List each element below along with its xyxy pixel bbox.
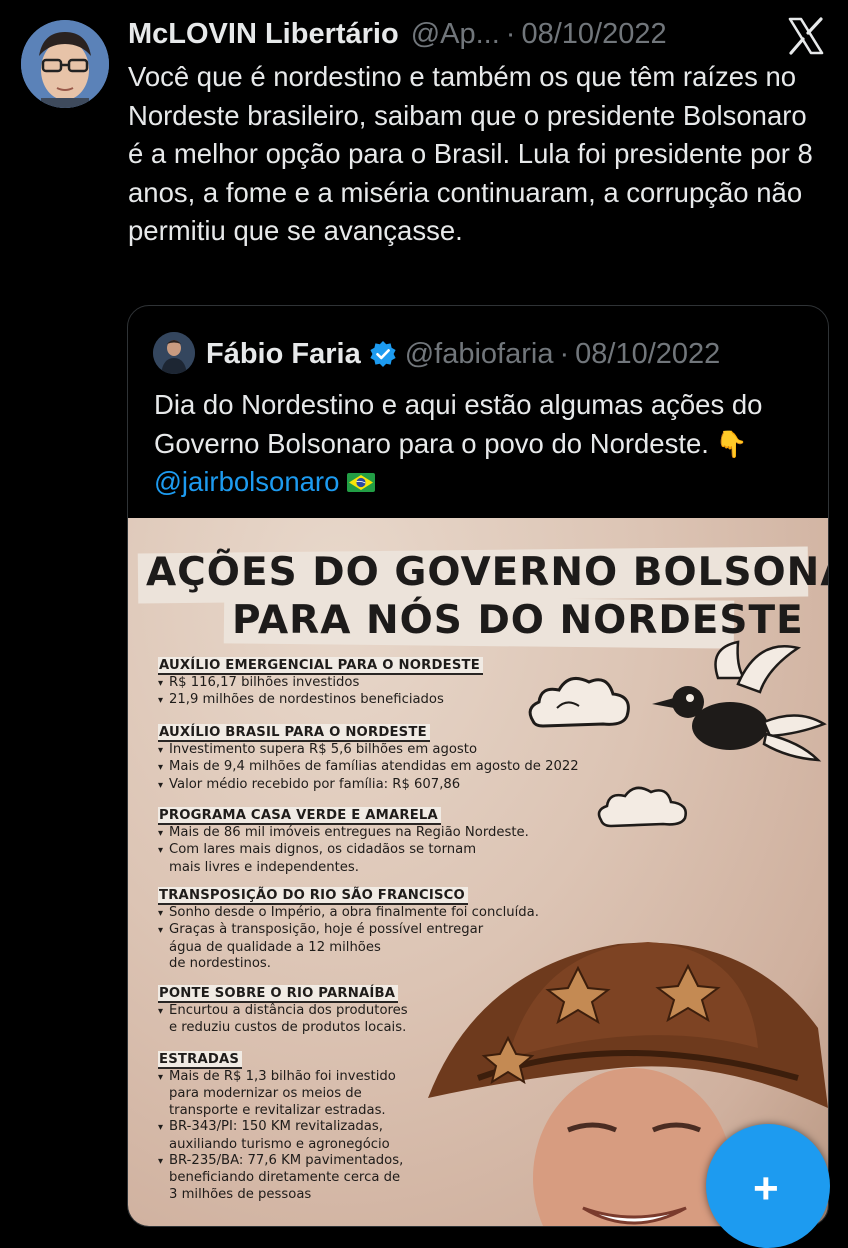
- section-title: AUXÍLIO BRASIL PARA O NORDESTE: [158, 724, 430, 742]
- bookmark-icon: ▾: [158, 695, 164, 707]
- section-line: ▾ Mais de 9,4 milhões de famílias atendid…: [158, 759, 579, 776]
- section-line: transporte e revitalizar estradas.: [158, 1103, 403, 1119]
- section-line-text: Investimento supera R$ 5,6 bilhões em ag…: [169, 742, 478, 757]
- bookmark-icon: ▾: [158, 1156, 164, 1168]
- author-name[interactable]: McLOVIN Libertário: [128, 18, 399, 51]
- verified-badge-icon: [370, 341, 396, 367]
- section-line-text: transporte e revitalizar estradas.: [169, 1102, 386, 1118]
- brazil-flag-icon: [347, 473, 376, 493]
- section-line: ▾ Encurtou a distância dos produtores: [158, 1003, 408, 1020]
- section-line-text: de nordestinos.: [169, 956, 271, 972]
- quoted-author-handle[interactable]: @fabiofaria: [405, 338, 554, 371]
- section-title: ESTRADAS: [158, 1051, 243, 1069]
- header-separator: ·: [505, 17, 516, 50]
- bookmark-icon: ▾: [158, 828, 164, 839]
- section-line-text: Sonho desde o Império, a obra finalmente…: [169, 905, 539, 920]
- author-avatar[interactable]: [21, 20, 109, 108]
- quoted-header-separator: ·: [559, 337, 570, 370]
- section-estradas: ESTRADAS ▾ Mais de R$ 1,3 bilhão foi inve…: [158, 1048, 403, 1203]
- section-title: TRANSPOSIÇÃO DO RIO SÃO FRANCISCO: [158, 887, 468, 905]
- section-line: ▾ Mais de 86 mil imóveis entregues na Reg…: [158, 825, 529, 842]
- bookmark-icon: ▾: [158, 845, 164, 857]
- author-handle[interactable]: @Ap...: [411, 18, 500, 51]
- bookmark-icon: ▾: [158, 762, 164, 774]
- tweet-header: McLOVIN Libertário @Ap... · 08/10/2022: [128, 16, 667, 52]
- section-transposicao: TRANSPOSIÇÃO DO RIO SÃO FRANCISCO ▾ Sonho…: [158, 884, 539, 973]
- section-line-text: Com lares mais dignos, os cidadãos se to…: [169, 842, 477, 858]
- section-line-text: Graças à transposição, hoje é possível e…: [169, 922, 484, 938]
- section-line: ▾ Com lares mais dignos, os cidadãos se t…: [158, 842, 529, 859]
- section-line: ▾ Mais de R$ 1,3 bilhão foi investido: [158, 1069, 403, 1086]
- section-title: PROGRAMA CASA VERDE E AMARELA: [158, 807, 441, 825]
- section-line-text: 21,9 milhões de nordestinos beneficiados: [169, 692, 444, 708]
- section-line-text: para modernizar os meios de: [169, 1086, 362, 1102]
- tweet-date[interactable]: 08/10/2022: [521, 18, 666, 51]
- quoted-tweet-text: Dia do Nordestino e aqui estão algumas a…: [154, 386, 814, 502]
- x-logo-icon[interactable]: [786, 16, 826, 56]
- infographic-title-line2: PARA NÓS DO NORDESTE: [232, 598, 804, 643]
- section-line: ▾ BR-235/BA: 77,6 KM pavimentados,: [158, 1153, 403, 1170]
- section-line: e reduziu custos de produtos locais.: [158, 1020, 408, 1036]
- section-line-text: Mais de 9,4 milhões de famílias atendida…: [169, 759, 579, 775]
- quoted-text-body: Dia do Nordestino e aqui estão algumas a…: [154, 389, 763, 459]
- section-line-text: Mais de R$ 1,3 bilhão foi investido: [169, 1069, 396, 1084]
- section-title: PONTE SOBRE O RIO PARNAÍBA: [158, 985, 399, 1003]
- infographic-title-line1: AÇÕES DO GOVERNO BOLSONARO: [146, 550, 828, 595]
- quoted-tweet-header: Fábio Faria @fabiofaria · 08/10/2022: [206, 334, 720, 374]
- section-line-text: R$ 116,17 bilhões investidos: [169, 675, 360, 690]
- section-auxilio-emergencial: AUXÍLIO EMERGENCIAL PARA O NORDESTE ▾ R$ …: [158, 654, 483, 710]
- section-line: ▾ Sonho desde o Império, a obra finalment…: [158, 905, 539, 922]
- section-line: beneficiando diretamente cerca de: [158, 1170, 403, 1186]
- section-line: ▾ BR-343/PI: 150 KM revitalizadas,: [158, 1119, 403, 1136]
- compose-button[interactable]: +: [706, 1124, 830, 1248]
- section-line-text: Valor médio recebido por família: R$ 607…: [169, 776, 461, 792]
- pointing-down-emoji: 👇: [714, 428, 748, 459]
- infographic-image[interactable]: AÇÕES DO GOVERNO BOLSONARO PARA NÓS DO N…: [128, 518, 828, 1226]
- bookmark-icon: ▾: [158, 1122, 164, 1134]
- section-line: ▾ Investimento supera R$ 5,6 bilhões em a…: [158, 742, 579, 759]
- section-line: auxiliando turismo e agronegócio: [158, 1137, 403, 1153]
- section-ponte-parnaiba: PONTE SOBRE O RIO PARNAÍBA ▾ Encurtou a d…: [158, 982, 408, 1037]
- section-line: água de qualidade a 12 milhões: [158, 940, 539, 956]
- quoted-author-name[interactable]: Fábio Faria: [206, 338, 361, 371]
- section-line: 3 milhões de pessoas: [158, 1187, 403, 1203]
- section-auxilio-brasil: AUXÍLIO BRASIL PARA O NORDESTE ▾ Investim…: [158, 721, 579, 794]
- bookmark-icon: ▾: [158, 1072, 164, 1083]
- bookmark-icon: ▾: [158, 925, 164, 937]
- plus-icon: +: [753, 1164, 779, 1213]
- quoted-tweet-card[interactable]: Fábio Faria @fabiofaria · 08/10/2022 Dia…: [127, 305, 829, 1227]
- section-line-text: água de qualidade a 12 milhões: [169, 939, 381, 955]
- section-title: AUXÍLIO EMERGENCIAL PARA O NORDESTE: [158, 657, 483, 675]
- bookmark-icon: ▾: [158, 745, 164, 756]
- section-line-text: e reduziu custos de produtos locais.: [169, 1020, 407, 1036]
- section-line: ▾ Graças à transposição, hoje é possível …: [158, 922, 539, 939]
- section-line-text: auxiliando turismo e agronegócio: [169, 1136, 390, 1152]
- section-line: ▾ 21,9 milhões de nordestinos beneficiado…: [158, 692, 483, 709]
- section-line-text: Mais de 86 mil imóveis entregues na Regi…: [169, 825, 529, 840]
- quoted-author-avatar[interactable]: [153, 332, 195, 374]
- section-line-text: beneficiando diretamente cerca de: [169, 1170, 401, 1186]
- section-line: ▾ Valor médio recebido por família: R$ 60…: [158, 777, 579, 794]
- section-line: de nordestinos.: [158, 956, 539, 972]
- section-line-text: mais livres e independentes.: [169, 859, 359, 875]
- bookmark-icon: ▾: [158, 908, 164, 919]
- section-line-text: Encurtou a distância dos produtores: [169, 1003, 408, 1018]
- section-line-text: BR-343/PI: 150 KM revitalizadas,: [169, 1119, 383, 1135]
- quoted-tweet-date[interactable]: 08/10/2022: [575, 338, 720, 371]
- section-line: para modernizar os meios de: [158, 1086, 403, 1102]
- cloud-illustration-small: [597, 786, 687, 828]
- section-line: ▾ R$ 116,17 bilhões investidos: [158, 675, 483, 692]
- bird-illustration: [652, 640, 827, 762]
- section-line: mais livres e independentes.: [158, 860, 529, 876]
- bookmark-icon: ▾: [158, 1006, 164, 1017]
- tweet-text: Você que é nordestino e também os que tê…: [128, 61, 813, 247]
- mention-link[interactable]: @jairbolsonaro: [154, 466, 339, 497]
- section-line-text: BR-235/BA: 77,6 KM pavimentados,: [169, 1153, 404, 1169]
- bookmark-icon: ▾: [158, 678, 164, 689]
- bookmark-icon: ▾: [158, 779, 164, 791]
- section-casa-verde-amarela: PROGRAMA CASA VERDE E AMARELA ▾ Mais de 8…: [158, 804, 529, 876]
